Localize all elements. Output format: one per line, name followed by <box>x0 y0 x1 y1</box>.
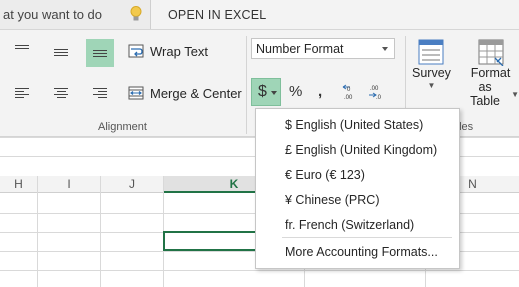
wrap-text-button[interactable]: Wrap Text <box>128 43 208 59</box>
align-center-button[interactable] <box>47 79 75 107</box>
chevron-down-icon: ▼ <box>427 81 436 90</box>
decrease-decimal-icon: .00 .0 <box>369 86 382 101</box>
align-right-button[interactable] <box>86 79 114 107</box>
format-as-table-icon <box>478 39 503 66</box>
format-as-table-button[interactable]: Format as Table ▼ <box>462 38 519 108</box>
menu-separator <box>282 237 452 238</box>
decrease-decimal-button[interactable]: .00 .0 <box>367 83 387 101</box>
menu-item-english-us[interactable]: $ English (United States) <box>285 118 423 132</box>
survey-icon <box>418 39 444 65</box>
dollar-icon: $ <box>258 83 267 100</box>
chevron-down-icon <box>271 91 277 95</box>
align-center-icon <box>54 88 68 98</box>
merge-center-label: Merge & Center <box>150 85 242 101</box>
menu-item-euro[interactable]: € Euro (€ 123) <box>285 168 365 182</box>
align-middle-icon <box>54 48 68 56</box>
percent-style-button[interactable]: % <box>289 83 302 100</box>
more-accounting-formats[interactable]: More Accounting Formats... <box>285 245 438 259</box>
group-divider <box>246 36 247 134</box>
align-top-button[interactable] <box>8 34 36 62</box>
svg-text:.0: .0 <box>376 95 382 101</box>
align-left-button[interactable] <box>8 79 36 107</box>
increase-decimal-button[interactable]: 0 .00 <box>341 83 361 101</box>
chevron-down-icon: ▼ <box>511 89 519 99</box>
accounting-format-button[interactable]: $ <box>251 78 281 106</box>
svg-text:.00: .00 <box>370 86 379 92</box>
comma-style-button[interactable]: , <box>318 83 322 100</box>
svg-text:.00: .00 <box>344 95 353 101</box>
top-bar: at you want to do OPEN IN EXCEL <box>0 0 519 30</box>
open-in-excel-link[interactable]: OPEN IN EXCEL <box>168 8 266 22</box>
menu-item-english-uk[interactable]: £ English (United Kingdom) <box>285 143 437 157</box>
number-format-dropdown[interactable]: Number Format <box>251 38 395 59</box>
lightbulb-icon <box>130 6 142 21</box>
menu-item-chinese[interactable]: ¥ Chinese (PRC) <box>285 193 379 207</box>
align-bottom-icon <box>93 49 107 57</box>
merge-center-button[interactable]: Merge & Center <box>128 85 242 101</box>
row-line <box>0 270 519 271</box>
merge-center-icon <box>128 86 144 100</box>
wrap-text-label: Wrap Text <box>150 43 209 59</box>
align-right-icon <box>93 88 107 98</box>
survey-label: Survey <box>412 66 451 80</box>
tell-me-search[interactable]: at you want to do <box>0 0 151 29</box>
increase-decimal-icon: 0 .00 <box>342 84 353 101</box>
svg-text:0: 0 <box>347 87 351 93</box>
alignment-group-label: Alignment <box>98 121 147 133</box>
search-text[interactable]: at you want to do <box>3 7 102 22</box>
accounting-format-menu: $ English (United States) £ English (Uni… <box>255 108 460 269</box>
chevron-down-icon <box>382 47 388 51</box>
column-header-h[interactable]: H <box>0 176 37 193</box>
align-bottom-button[interactable] <box>86 39 114 67</box>
menu-item-french-switzerland[interactable]: fr. French (Switzerland) <box>285 218 414 232</box>
align-top-icon <box>15 44 29 52</box>
format-as-table-label-2: as Table <box>470 80 500 108</box>
number-format-value: Number Format <box>256 42 344 56</box>
column-header-i[interactable]: I <box>38 176 100 193</box>
align-left-icon <box>15 88 29 98</box>
column-header-j[interactable]: J <box>101 176 163 193</box>
survey-button[interactable]: Survey ▼ <box>412 38 451 92</box>
wrap-text-icon <box>128 44 144 58</box>
format-as-table-label-1: Format <box>470 66 511 80</box>
align-middle-button[interactable] <box>47 38 75 66</box>
